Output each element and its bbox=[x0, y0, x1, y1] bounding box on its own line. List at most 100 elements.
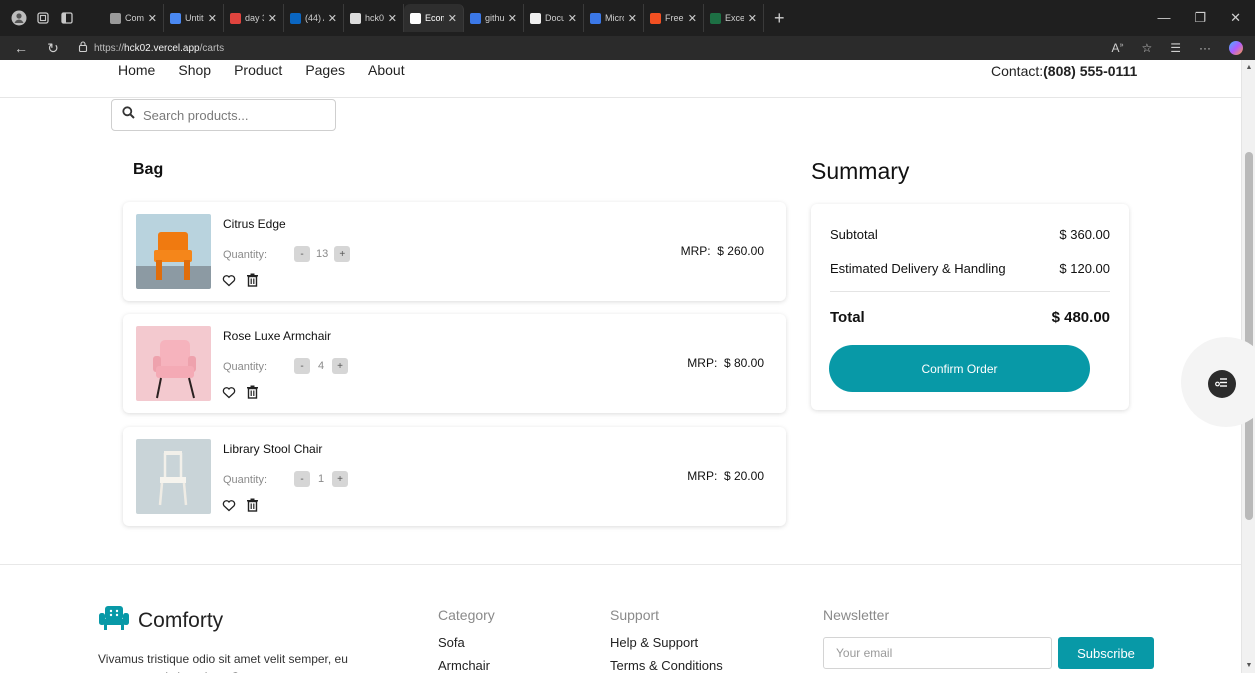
product-image[interactable] bbox=[136, 439, 211, 514]
browser-tab[interactable]: Comforty ✕ bbox=[104, 4, 164, 32]
browser-tab[interactable]: hck02 - C ✕ bbox=[344, 4, 404, 32]
subtotal-row: Subtotal $ 360.00 bbox=[830, 227, 1110, 242]
nav-link-shop[interactable]: Shop bbox=[178, 62, 211, 78]
minimize-icon[interactable]: — bbox=[1157, 10, 1170, 26]
close-tab-icon[interactable]: ✕ bbox=[328, 12, 337, 25]
newsletter-email-input[interactable] bbox=[823, 637, 1052, 669]
increase-quantity-button[interactable]: + bbox=[332, 471, 348, 487]
url-field[interactable]: https://hck02.vercel.app/carts bbox=[78, 41, 224, 55]
category-link[interactable]: Armchair bbox=[438, 658, 495, 673]
search-input[interactable] bbox=[143, 107, 323, 123]
close-tab-icon[interactable]: ✕ bbox=[568, 12, 577, 25]
new-tab-button[interactable]: + bbox=[764, 8, 795, 29]
item-name[interactable]: Rose Luxe Armchair bbox=[223, 329, 331, 343]
close-tab-icon[interactable]: ✕ bbox=[628, 12, 637, 25]
confirm-order-button[interactable]: Confirm Order bbox=[829, 345, 1090, 392]
decrease-quantity-button[interactable]: - bbox=[294, 358, 310, 374]
browser-tab[interactable]: Free Onli ✕ bbox=[644, 4, 704, 32]
heart-icon[interactable] bbox=[222, 386, 236, 399]
increase-quantity-button[interactable]: + bbox=[332, 358, 348, 374]
tab-actions-icon[interactable] bbox=[58, 9, 76, 27]
close-tab-icon[interactable]: ✕ bbox=[748, 12, 757, 25]
item-name[interactable]: Library Stool Chair bbox=[223, 442, 322, 456]
tab-title: Microsoft bbox=[605, 13, 624, 23]
refresh-icon[interactable]: ↻ bbox=[42, 40, 64, 57]
product-image[interactable] bbox=[136, 326, 211, 401]
read-aloud-icon[interactable]: A» bbox=[1112, 41, 1124, 55]
subscribe-button[interactable]: Subscribe bbox=[1058, 637, 1154, 669]
close-tab-icon[interactable]: ✕ bbox=[508, 12, 517, 25]
support-heading: Support bbox=[610, 607, 660, 623]
scroll-up-icon[interactable]: ▲ bbox=[1242, 64, 1255, 71]
trash-icon[interactable] bbox=[246, 385, 259, 399]
close-tab-icon[interactable]: ✕ bbox=[148, 12, 157, 25]
nav-link-product[interactable]: Product bbox=[234, 62, 282, 78]
browser-tab[interactable]: Microsoft ✕ bbox=[584, 4, 644, 32]
support-link[interactable]: Help & Support bbox=[610, 635, 723, 650]
mrp-label: MRP: bbox=[680, 244, 711, 258]
quantity-value: 13 bbox=[316, 248, 329, 260]
subtotal-label: Subtotal bbox=[830, 227, 878, 242]
tab-title: github - S bbox=[485, 13, 504, 23]
copilot-icon[interactable] bbox=[1229, 41, 1243, 55]
product-image[interactable] bbox=[136, 214, 211, 289]
support-link[interactable]: Terms & Conditions bbox=[610, 658, 723, 673]
item-name[interactable]: Citrus Edge bbox=[223, 217, 286, 231]
item-price: MRP: $ 80.00 bbox=[687, 356, 764, 370]
favorites-list-icon[interactable]: ☰ bbox=[1170, 41, 1181, 55]
browser-tab[interactable]: Untitled d ✕ bbox=[164, 4, 224, 32]
nav-link-about[interactable]: About bbox=[368, 62, 405, 78]
browser-tab[interactable]: day 3 pdf ✕ bbox=[224, 4, 284, 32]
quantity-value: 4 bbox=[317, 360, 325, 372]
browser-tab[interactable]: github - S ✕ bbox=[464, 4, 524, 32]
footer-support-column: Support Help & Support Terms & Condition… bbox=[610, 607, 723, 673]
floating-widget-button[interactable] bbox=[1208, 370, 1236, 398]
tab-title: Free Onli bbox=[665, 13, 684, 23]
search-box bbox=[111, 99, 336, 131]
heart-icon[interactable] bbox=[222, 274, 236, 287]
browser-tab[interactable]: Documen ✕ bbox=[524, 4, 584, 32]
total-value: $ 480.00 bbox=[1051, 309, 1110, 326]
trash-icon[interactable] bbox=[246, 273, 259, 287]
close-tab-icon[interactable]: ✕ bbox=[208, 12, 217, 25]
footer-brand[interactable]: Comforty bbox=[98, 605, 223, 636]
quantity-label: Quantity: bbox=[223, 474, 268, 486]
more-menu-icon[interactable]: ··· bbox=[1199, 41, 1211, 55]
browser-tab[interactable]: Excel ✕ bbox=[704, 4, 764, 32]
scrollbar-thumb[interactable] bbox=[1245, 152, 1253, 520]
nav-link-home[interactable]: Home bbox=[118, 62, 155, 78]
brand-name: Comforty bbox=[138, 608, 224, 632]
url-host: hck02.vercel.app bbox=[124, 42, 200, 54]
nav-link-pages[interactable]: Pages bbox=[305, 62, 345, 78]
browser-tab[interactable]: (44) Activ ✕ bbox=[284, 4, 344, 32]
workspaces-icon[interactable] bbox=[34, 9, 52, 27]
back-icon[interactable]: ← bbox=[10, 40, 32, 56]
tab-favicon-icon bbox=[650, 12, 661, 24]
trash-icon[interactable] bbox=[246, 498, 259, 512]
decrease-quantity-button[interactable]: - bbox=[294, 246, 310, 262]
brand-description: Vivamus tristique odio sit amet velit se… bbox=[98, 652, 348, 673]
price-value: $ 20.00 bbox=[723, 469, 764, 483]
browser-tab[interactable]: Ecommer ✕ bbox=[404, 4, 464, 32]
close-tab-icon[interactable]: ✕ bbox=[268, 12, 277, 25]
category-link[interactable]: Sofa bbox=[438, 635, 495, 650]
tab-title: Comforty bbox=[125, 13, 144, 23]
delivery-label: Estimated Delivery & Handling bbox=[830, 261, 1006, 276]
contact-phone[interactable]: (808) 555-0111 bbox=[1043, 63, 1137, 79]
site-footer: Comforty Vivamus tristique odio sit amet… bbox=[0, 564, 1241, 673]
close-tab-icon[interactable]: ✕ bbox=[448, 12, 457, 25]
decrease-quantity-button[interactable]: - bbox=[294, 471, 310, 487]
scroll-down-icon[interactable]: ▼ bbox=[1242, 662, 1255, 669]
total-label: Total bbox=[830, 309, 865, 326]
close-window-icon[interactable]: ✕ bbox=[1230, 10, 1241, 26]
increase-quantity-button[interactable]: + bbox=[334, 246, 351, 262]
favorite-star-icon[interactable]: ☆ bbox=[1141, 41, 1152, 55]
close-tab-icon[interactable]: ✕ bbox=[688, 12, 697, 25]
item-actions bbox=[222, 385, 259, 399]
profile-icon[interactable] bbox=[10, 9, 28, 27]
browser-tab-controls bbox=[0, 9, 104, 27]
tab-title: Ecommer bbox=[425, 13, 444, 23]
heart-icon[interactable] bbox=[222, 499, 236, 512]
close-tab-icon[interactable]: ✕ bbox=[388, 12, 397, 25]
restore-icon[interactable]: ❐ bbox=[1194, 10, 1206, 26]
